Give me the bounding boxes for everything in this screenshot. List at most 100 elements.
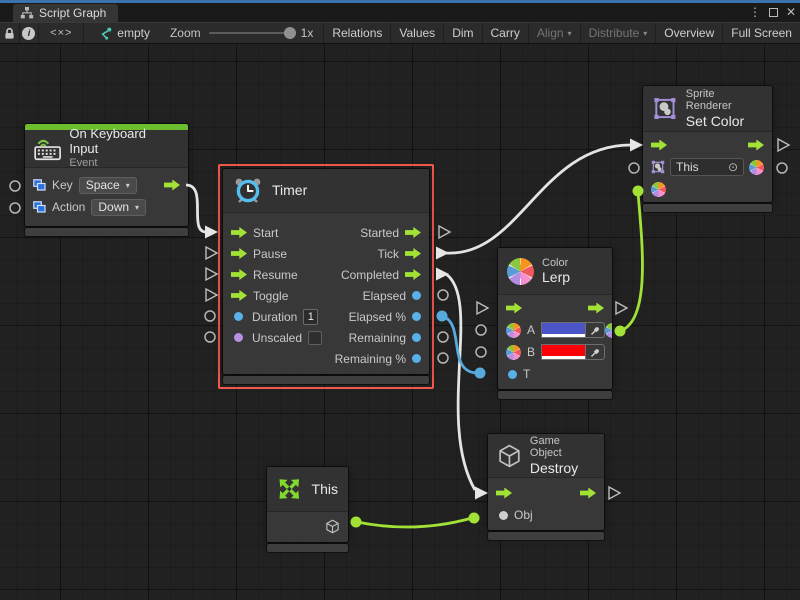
port-timer-tick-connected[interactable] [436, 247, 449, 260]
port-setcolor-color-out[interactable] [777, 163, 787, 173]
port-destroy-exec-in-connected[interactable] [475, 487, 488, 500]
wire-completed-to-destroy[interactable] [446, 274, 475, 490]
value-in-port-icon[interactable] [234, 312, 243, 321]
wire-tick-to-setcolor[interactable] [446, 145, 631, 253]
exec-out-port-icon[interactable] [405, 248, 421, 259]
graph-canvas[interactable]: On Keyboard Input Event Key Space▾ [0, 44, 800, 600]
port-keyboard-action-in[interactable] [10, 203, 20, 213]
port-timer-unscaled[interactable] [205, 332, 215, 342]
exec-in-port-icon[interactable] [231, 269, 247, 280]
port-setcolor-this[interactable] [629, 163, 639, 173]
port-keyboard-key-in[interactable] [10, 181, 20, 191]
port-timer-toggle[interactable] [206, 289, 217, 301]
port-timer-elapsedpct-connected[interactable] [437, 311, 448, 322]
zoom-slider-handle[interactable] [284, 27, 296, 39]
eyedropper-button[interactable] [585, 322, 605, 338]
wire-elapsedpct-to-lerp-t[interactable] [442, 316, 478, 373]
duration-input[interactable]: 1 [303, 309, 318, 325]
port-lerp-b[interactable] [476, 347, 486, 357]
port-lerp-exec-out[interactable] [616, 302, 627, 314]
exec-out-port-icon[interactable] [405, 227, 421, 238]
timer-icon [232, 176, 264, 206]
exec-out-port-icon[interactable] [588, 303, 604, 314]
close-icon[interactable]: ✕ [786, 5, 796, 19]
fullscreen-button[interactable]: Full Screen [723, 23, 800, 43]
port-lerp-t-connected[interactable] [475, 368, 486, 379]
this-object-field[interactable]: This ⊙ [670, 158, 744, 176]
exec-in-port-icon[interactable] [231, 248, 247, 259]
overview-button[interactable]: Overview [656, 23, 723, 43]
node-color-lerp[interactable]: Color Lerp A [498, 248, 612, 399]
exec-out-port-icon[interactable] [580, 488, 596, 499]
exec-in-port-icon[interactable] [506, 303, 522, 314]
maximize-icon[interactable] [769, 8, 778, 17]
action-dropdown[interactable]: Down▾ [91, 199, 146, 216]
exec-in-port-icon[interactable] [496, 488, 512, 499]
dim-button[interactable]: Dim [444, 23, 482, 43]
eyedropper-button[interactable] [585, 344, 605, 360]
port-lerp-exec-in[interactable] [477, 302, 488, 314]
unscaled-checkbox[interactable] [308, 331, 322, 345]
menu-icon[interactable]: ⋮ [749, 5, 761, 19]
color-a-field[interactable] [541, 322, 605, 338]
value-in-port-icon[interactable] [234, 333, 243, 342]
inspect-button[interactable]: i [20, 23, 40, 43]
port-destroy-obj-connected[interactable] [469, 513, 480, 524]
gameobject-out-port-icon[interactable] [325, 519, 340, 534]
wire-lerp-to-setcolor-color[interactable] [620, 193, 642, 331]
port-lerp-a[interactable] [476, 325, 486, 335]
exec-in-port-icon[interactable] [231, 290, 247, 301]
exec-in-port-icon[interactable] [651, 140, 667, 151]
port-setcolor-exec-out[interactable] [778, 139, 789, 151]
value-out-port-icon[interactable] [412, 354, 421, 363]
carry-button[interactable]: Carry [483, 23, 529, 43]
port-destroy-exec-out[interactable] [609, 487, 620, 499]
value-in-port-icon[interactable] [499, 511, 508, 520]
lock-icon [4, 27, 15, 40]
color-in-port-icon[interactable] [506, 345, 521, 360]
value-out-port-icon[interactable] [412, 291, 421, 300]
port-timer-resume[interactable] [206, 268, 217, 280]
color-out-port-icon[interactable] [605, 323, 612, 338]
port-lerp-color-out-connected[interactable] [615, 326, 626, 337]
port-setcolor-exec-in-connected[interactable] [630, 139, 643, 152]
port-timer-remaining[interactable] [438, 332, 448, 342]
exec-in-port-icon[interactable] [231, 227, 247, 238]
node-timer-selection[interactable]: Timer Start Started Pause [218, 164, 434, 389]
values-button[interactable]: Values [391, 23, 444, 43]
node-set-color[interactable]: Sprite Renderer Set Color [643, 86, 772, 212]
exec-out-port-icon[interactable] [405, 269, 421, 280]
value-in-port-icon[interactable] [508, 370, 517, 379]
graph-breadcrumb[interactable]: empty [84, 23, 160, 43]
code-preview-button[interactable]: <×> [39, 23, 84, 43]
port-label-elapsed-pct: Elapsed % [349, 310, 406, 324]
port-timer-started[interactable] [439, 226, 450, 238]
port-timer-pause[interactable] [206, 247, 217, 259]
port-timer-elapsed[interactable] [438, 290, 448, 300]
port-timer-remainingpct[interactable] [438, 353, 448, 363]
color-in-port-icon[interactable] [651, 182, 666, 197]
node-on-keyboard-input[interactable]: On Keyboard Input Event Key Space▾ [25, 124, 188, 236]
node-this[interactable]: This [267, 467, 348, 552]
exec-out-port-icon[interactable] [748, 140, 764, 151]
node-destroy[interactable]: Game Object Destroy Obj [488, 434, 604, 540]
port-timer-duration[interactable] [205, 311, 215, 321]
port-setcolor-color-connected[interactable] [633, 186, 644, 197]
key-dropdown[interactable]: Space▾ [79, 177, 137, 194]
lock-button[interactable] [0, 23, 20, 43]
color-out-port-icon[interactable] [749, 160, 764, 175]
port-timer-completed-connected[interactable] [436, 268, 449, 281]
port-this-out-connected[interactable] [351, 517, 362, 528]
zoom-slider[interactable] [209, 32, 293, 34]
exec-out-port-icon[interactable] [164, 180, 180, 191]
color-b-field[interactable] [541, 344, 605, 360]
value-out-port-icon[interactable] [412, 312, 421, 321]
value-out-port-icon[interactable] [412, 333, 421, 342]
color-in-port-icon[interactable] [506, 323, 521, 338]
wire-this-to-destroy-obj[interactable] [357, 518, 472, 527]
port-timer-start-connected[interactable] [205, 226, 218, 239]
wire-keyboard-to-timer-start[interactable] [186, 185, 206, 232]
tab-script-graph[interactable]: Script Graph [13, 4, 118, 22]
object-picker-icon[interactable]: ⊙ [728, 160, 738, 174]
relations-button[interactable]: Relations [324, 23, 391, 43]
